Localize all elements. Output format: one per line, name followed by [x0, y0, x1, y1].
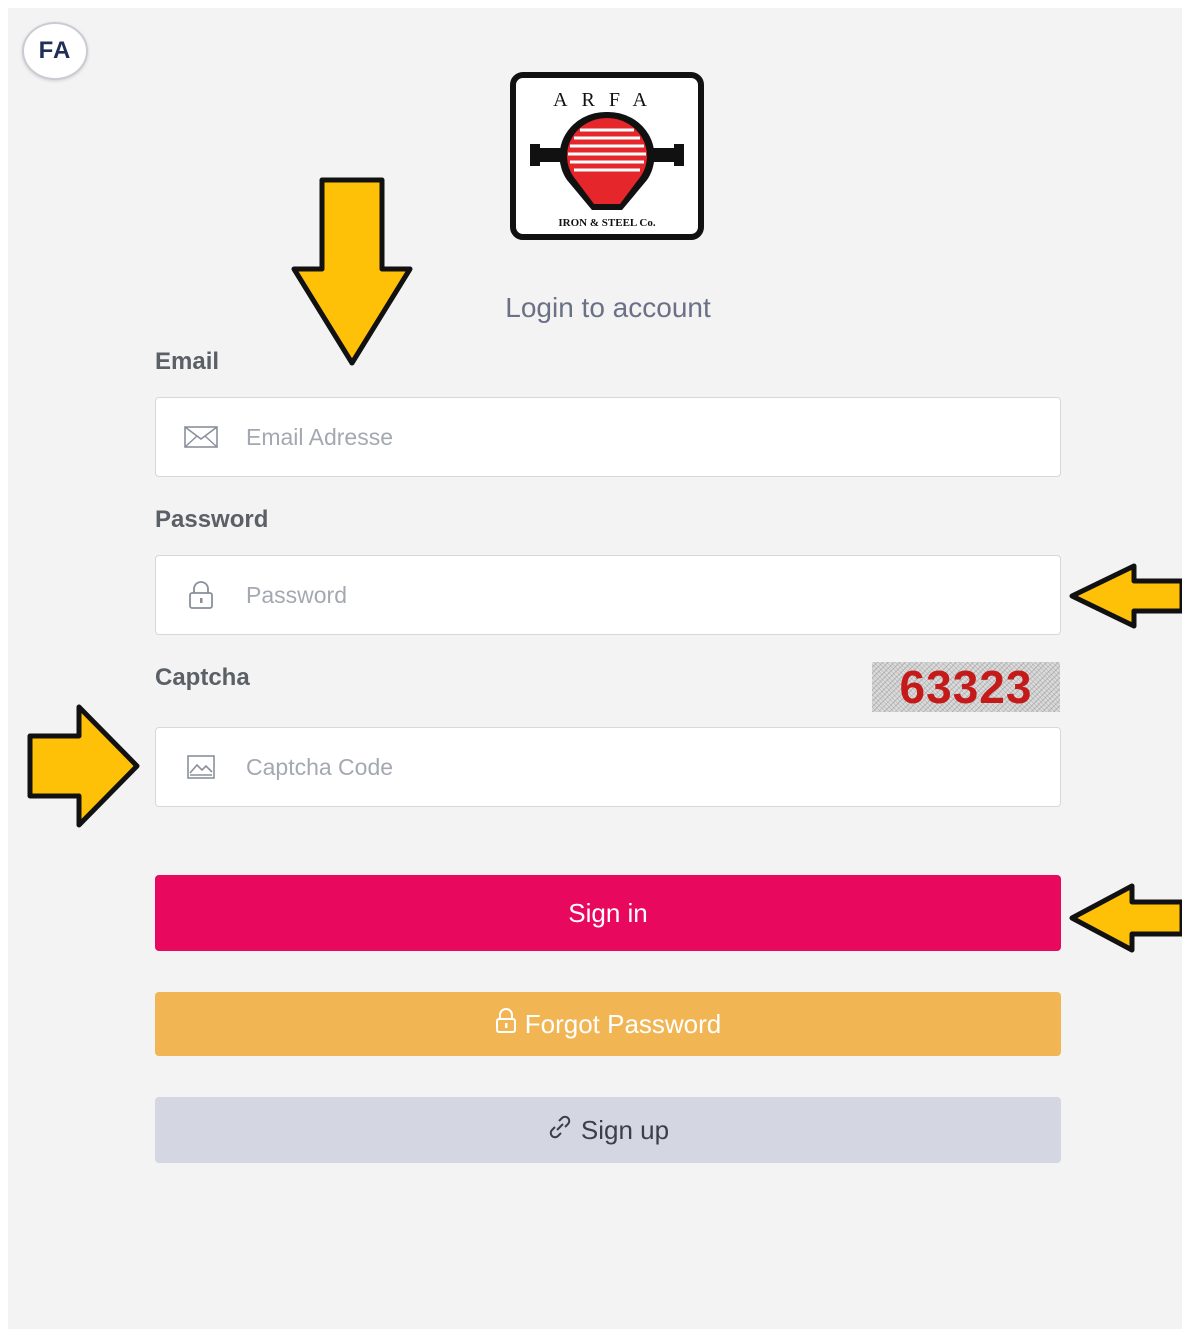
- password-label: Password: [155, 506, 269, 533]
- email-input[interactable]: [246, 423, 1060, 451]
- forgot-password-label: Forgot Password: [524, 1008, 722, 1039]
- annotation-arrow-left-password: [1068, 563, 1182, 629]
- captcha-input[interactable]: [246, 753, 1060, 781]
- forgot-password-button[interactable]: Forgot Password: [155, 992, 1061, 1056]
- password-field-container[interactable]: [155, 555, 1061, 635]
- company-logo: ARFA IRON & STEEL Co.: [510, 72, 704, 240]
- page-title: Login to account: [505, 292, 711, 323]
- password-input[interactable]: [246, 581, 1060, 609]
- svg-text:IRON & STEEL Co.: IRON & STEEL Co.: [558, 217, 655, 229]
- avatar[interactable]: FA: [22, 22, 88, 80]
- captcha-label: Captcha: [155, 664, 250, 691]
- mail-icon: [156, 426, 246, 448]
- sign-in-label: Sign in: [568, 897, 648, 928]
- sign-up-button[interactable]: Sign up: [155, 1097, 1061, 1163]
- email-field-container[interactable]: [155, 397, 1061, 477]
- annotation-arrow-left-signin: [1068, 883, 1182, 953]
- link-icon: [547, 1114, 573, 1147]
- email-label: Email: [155, 348, 220, 375]
- captcha-image: 63323: [872, 661, 1060, 713]
- lock-icon: [156, 581, 246, 609]
- sign-up-label: Sign up: [580, 1114, 670, 1145]
- sign-in-button[interactable]: Sign in: [155, 875, 1061, 951]
- avatar-initials: FA: [38, 37, 72, 64]
- lock-icon: [495, 1007, 517, 1041]
- annotation-arrow-right-captcha: [27, 704, 141, 828]
- captcha-value: 63323: [899, 661, 1033, 713]
- image-icon: [156, 755, 246, 779]
- annotation-arrow-down: [290, 177, 414, 367]
- svg-text:ARFA: ARFA: [553, 89, 661, 111]
- captcha-field-container[interactable]: [155, 727, 1061, 807]
